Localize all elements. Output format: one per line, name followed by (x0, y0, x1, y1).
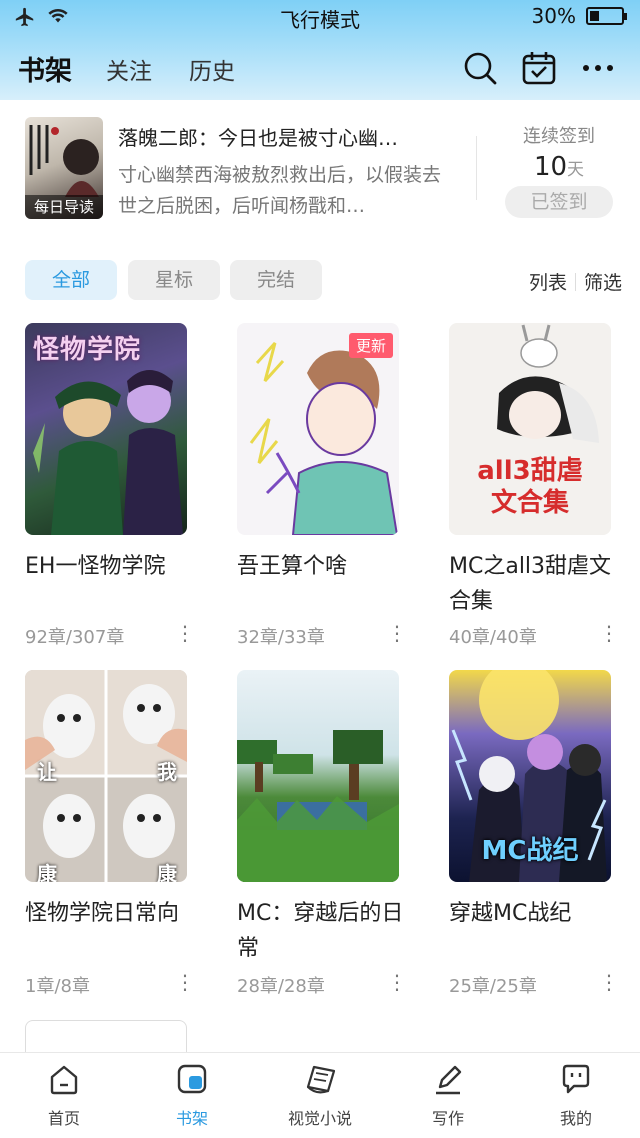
book-card[interactable]: all3甜虐文合集 MC之all3甜虐文合集 40章/40章 ⋮ (449, 323, 619, 653)
cover-caption: 康 (37, 862, 57, 882)
daily-reading-title[interactable]: 落魄二郎：今日也是被寸心幽… (118, 122, 448, 151)
bookshelf-icon (174, 1061, 210, 1097)
search-icon[interactable] (462, 50, 498, 86)
book-title[interactable]: MC：穿越后的日常 (237, 896, 412, 966)
book-cover[interactable]: 怪物学院 (25, 323, 187, 535)
tab-writing[interactable]: 写作 (398, 1061, 498, 1129)
more-icon[interactable]: ⋮ (387, 970, 407, 994)
tab-visual-novel-label: 视觉小说 (287, 1109, 352, 1128)
daily-reading-badge: 每日导读 (25, 195, 103, 219)
status-right: 30% (531, 4, 627, 28)
book-cover[interactable]: MC战纪 (449, 670, 611, 882)
update-badge: 更新 (348, 333, 393, 358)
header: 书架 关注 历史 (0, 34, 640, 100)
separator (574, 272, 576, 291)
pen-icon (430, 1061, 466, 1097)
more-icon[interactable]: ⋮ (175, 970, 195, 994)
more-icon[interactable]: ⋮ (387, 621, 407, 645)
book-card[interactable]: 更新 吾王算个啥 32章/33章 ⋮ (237, 323, 407, 653)
checkin-days-number: 10 (533, 152, 568, 182)
daily-reading-description: 寸心幽禁西海被敖烈救出后，以假装去世之后脱困，后听闻杨戬和… (118, 164, 442, 217)
filter-bar: 全部 星标 完结 列表 筛选 (0, 260, 640, 302)
more-icon[interactable]: ⋮ (599, 621, 619, 645)
cover-caption: 我 (157, 760, 177, 784)
book-title[interactable]: 怪物学院日常向 (25, 896, 200, 931)
checkin-label: 连续签到 (523, 126, 595, 147)
book-title[interactable]: EH一怪物学院 (25, 549, 200, 584)
book-card[interactable]: 怪物学院 EH一怪物学院 92章/307章 ⋮ (25, 323, 195, 653)
daily-reading-cover[interactable]: 每日导读 (25, 117, 103, 219)
book-title[interactable]: 穿越MC战纪 (449, 896, 624, 931)
book-card[interactable]: MC：穿越后的日常 28章/28章 ⋮ (237, 670, 407, 1000)
book-card[interactable]: MC战纪 穿越MC战纪 25章/25章 ⋮ (449, 670, 619, 1000)
tab-bookshelf-nav[interactable]: 书架 (142, 1061, 242, 1129)
more-icon[interactable] (580, 50, 616, 86)
book-progress: 92章/307章 (25, 627, 125, 648)
battery-percent: 30% (531, 4, 576, 28)
book-cover[interactable]: 更新 (237, 323, 399, 535)
battery-icon (586, 7, 627, 25)
book-progress: 40章/40章 (449, 627, 537, 648)
calendar-check-icon[interactable] (521, 50, 557, 86)
book-title[interactable]: 吾王算个啥 (237, 549, 412, 584)
bottom-tab-bar: 首页 书架 视觉小说 写作 我的 (0, 1052, 640, 1138)
book-icon (302, 1061, 338, 1097)
checkin-days-unit: 天 (567, 160, 585, 180)
more-icon[interactable]: ⋮ (175, 621, 195, 645)
book-cover-title: all3甜虐文合集 (477, 456, 583, 518)
list-view-button[interactable]: 列表 (529, 268, 567, 295)
book-cover-title: MC战纪 (481, 836, 579, 866)
tab-writing-label: 写作 (431, 1109, 464, 1128)
cover-caption: 让 (37, 760, 57, 784)
book-progress: 1章/8章 (25, 976, 90, 997)
tab-bookshelf-label: 书架 (175, 1109, 208, 1128)
tab-follow[interactable]: 关注 (106, 52, 152, 86)
filter-button[interactable]: 筛选 (584, 268, 622, 295)
book-cover[interactable] (237, 670, 399, 882)
book-card[interactable]: 让 我 康 康 怪物学院日常向 1章/8章 ⋮ (25, 670, 195, 1000)
book-progress: 28章/28章 (237, 976, 325, 997)
divider (476, 136, 477, 200)
filter-finished[interactable]: 完结 (230, 260, 322, 300)
tab-bookshelf[interactable]: 书架 (18, 49, 72, 88)
chat-icon (558, 1061, 594, 1097)
book-progress: 25章/25章 (449, 976, 537, 997)
tab-visual-novel[interactable]: 视觉小说 (270, 1061, 370, 1129)
checkin-button[interactable]: 已签到 (505, 186, 613, 218)
home-icon (46, 1061, 82, 1097)
daily-reading-card[interactable]: 每日导读 落魄二郎：今日也是被寸心幽… 寸心幽禁西海被敖烈救出后，以假装去世之后… (0, 100, 640, 240)
filter-all[interactable]: 全部 (25, 260, 117, 300)
view-options: 列表 筛选 (529, 268, 622, 295)
status-bar: 飞行模式 30% (0, 0, 640, 34)
book-title[interactable]: MC之all3甜虐文合集 (449, 549, 624, 619)
book-cover-title: 怪物学院 (33, 335, 142, 365)
book-cover[interactable]: all3甜虐文合集 (449, 323, 611, 535)
more-icon[interactable]: ⋮ (599, 970, 619, 994)
filter-starred[interactable]: 星标 (128, 260, 220, 300)
tab-home-label: 首页 (47, 1109, 80, 1128)
tab-home[interactable]: 首页 (14, 1061, 114, 1129)
cover-caption: 康 (157, 862, 177, 882)
book-cover[interactable]: 让 我 康 康 (25, 670, 187, 882)
checkin-days: 10天 (505, 152, 613, 182)
tab-history[interactable]: 历史 (189, 52, 235, 86)
tab-me[interactable]: 我的 (526, 1061, 626, 1129)
tab-me-label: 我的 (559, 1109, 592, 1128)
book-progress: 32章/33章 (237, 627, 325, 648)
